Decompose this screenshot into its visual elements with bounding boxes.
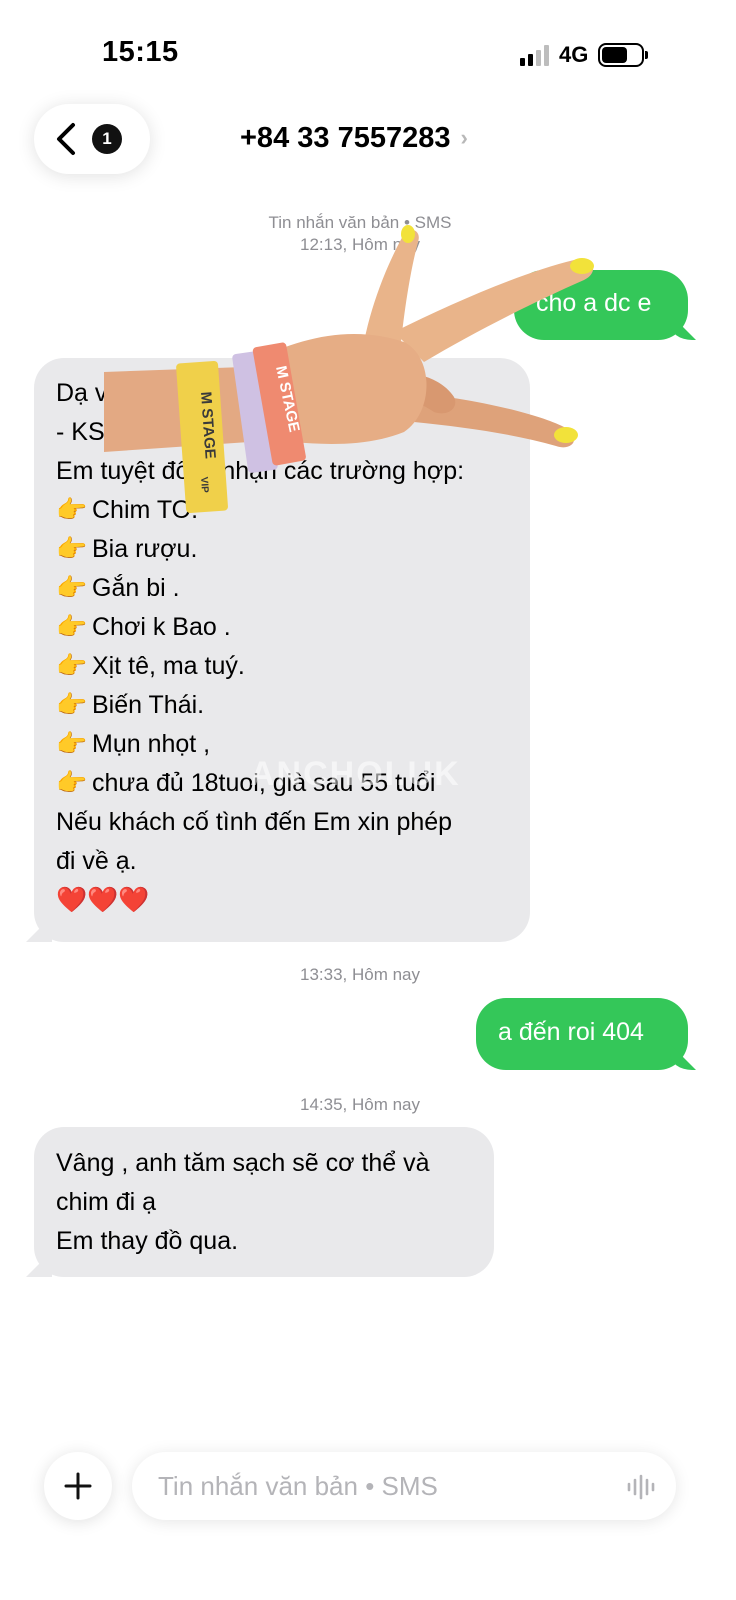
timestamp: 13:33, Hôm nay <box>0 964 720 986</box>
incoming-message[interactable]: Vâng , anh tăm sạch sẽ cơ thể và chim đi… <box>34 1127 494 1277</box>
plus-icon <box>64 1472 92 1500</box>
wristband-vip: VIP <box>198 476 210 493</box>
pointing-hand-emoji: 👉 <box>56 574 88 602</box>
messages-screen: 15:15 4G 1 +84 33 7557283 › Tin nhắn văn… <box>0 0 736 1600</box>
add-attachment-button[interactable] <box>44 1452 112 1520</box>
timestamp-time: 14:35, Hôm nay <box>299 1095 420 1114</box>
hand-wristband-overlay: M STAGE VIP M STAGE <box>104 225 594 513</box>
back-button[interactable]: 1 <box>34 104 150 174</box>
watermark: ANCHOI.UK <box>250 755 461 793</box>
message-input[interactable]: Tin nhắn văn bản • SMS <box>132 1452 676 1520</box>
voice-waveform-icon[interactable] <box>626 1474 656 1500</box>
message-line: 👉 Chơi k Bao . <box>56 608 508 647</box>
status-time: 15:15 <box>102 36 179 68</box>
battery-icon <box>598 43 649 67</box>
message-line: Em thay đồ qua. <box>56 1227 239 1255</box>
signal-icon <box>520 44 549 66</box>
message-line: 👉 Gắn bi . <box>56 569 508 608</box>
timestamp: 14:35, Hôm nay <box>0 1094 720 1116</box>
message-line: chim đi ạ <box>56 1188 157 1216</box>
contact-number: +84 33 7557283 <box>240 121 451 154</box>
outgoing-message[interactable]: a đến roi 404 <box>476 998 688 1070</box>
pointing-hand-emoji: 👉 <box>56 730 88 758</box>
message-line: Vâng , anh tăm sạch sẽ cơ thể và <box>56 1149 430 1177</box>
pointing-hand-emoji: 👉 <box>56 613 88 641</box>
status-indicators: 4G <box>520 40 649 70</box>
pointing-hand-emoji: 👉 <box>56 769 88 797</box>
contact-header[interactable]: +84 33 7557283 › <box>240 120 468 156</box>
pointing-hand-emoji: 👉 <box>56 691 88 719</box>
message-input-placeholder: Tin nhắn văn bản • SMS <box>158 1470 438 1501</box>
unread-badge: 1 <box>92 124 122 154</box>
message-line: 👉 Bia rượu. <box>56 530 508 569</box>
message-line: đi về ạ. <box>56 847 137 875</box>
network-label: 4G <box>559 42 589 67</box>
pointing-hand-emoji: 👉 <box>56 652 88 680</box>
message-line: 👉 Biến Thái. <box>56 686 508 725</box>
chevron-right-icon: › <box>460 125 468 150</box>
message-line: Nếu khách cố tình đến Em xin phép <box>56 808 453 836</box>
chevron-left-icon <box>57 123 75 155</box>
pointing-hand-emoji: 👉 <box>56 496 88 524</box>
message-line: 👉 Xịt tê, ma tuý. <box>56 647 508 686</box>
timestamp-time: 13:33, Hôm nay <box>299 965 420 984</box>
hearts-emoji: ❤️❤️❤️ <box>56 886 150 914</box>
message-text: a đến roi 404 <box>498 1018 644 1046</box>
pointing-hand-emoji: 👉 <box>56 535 88 563</box>
